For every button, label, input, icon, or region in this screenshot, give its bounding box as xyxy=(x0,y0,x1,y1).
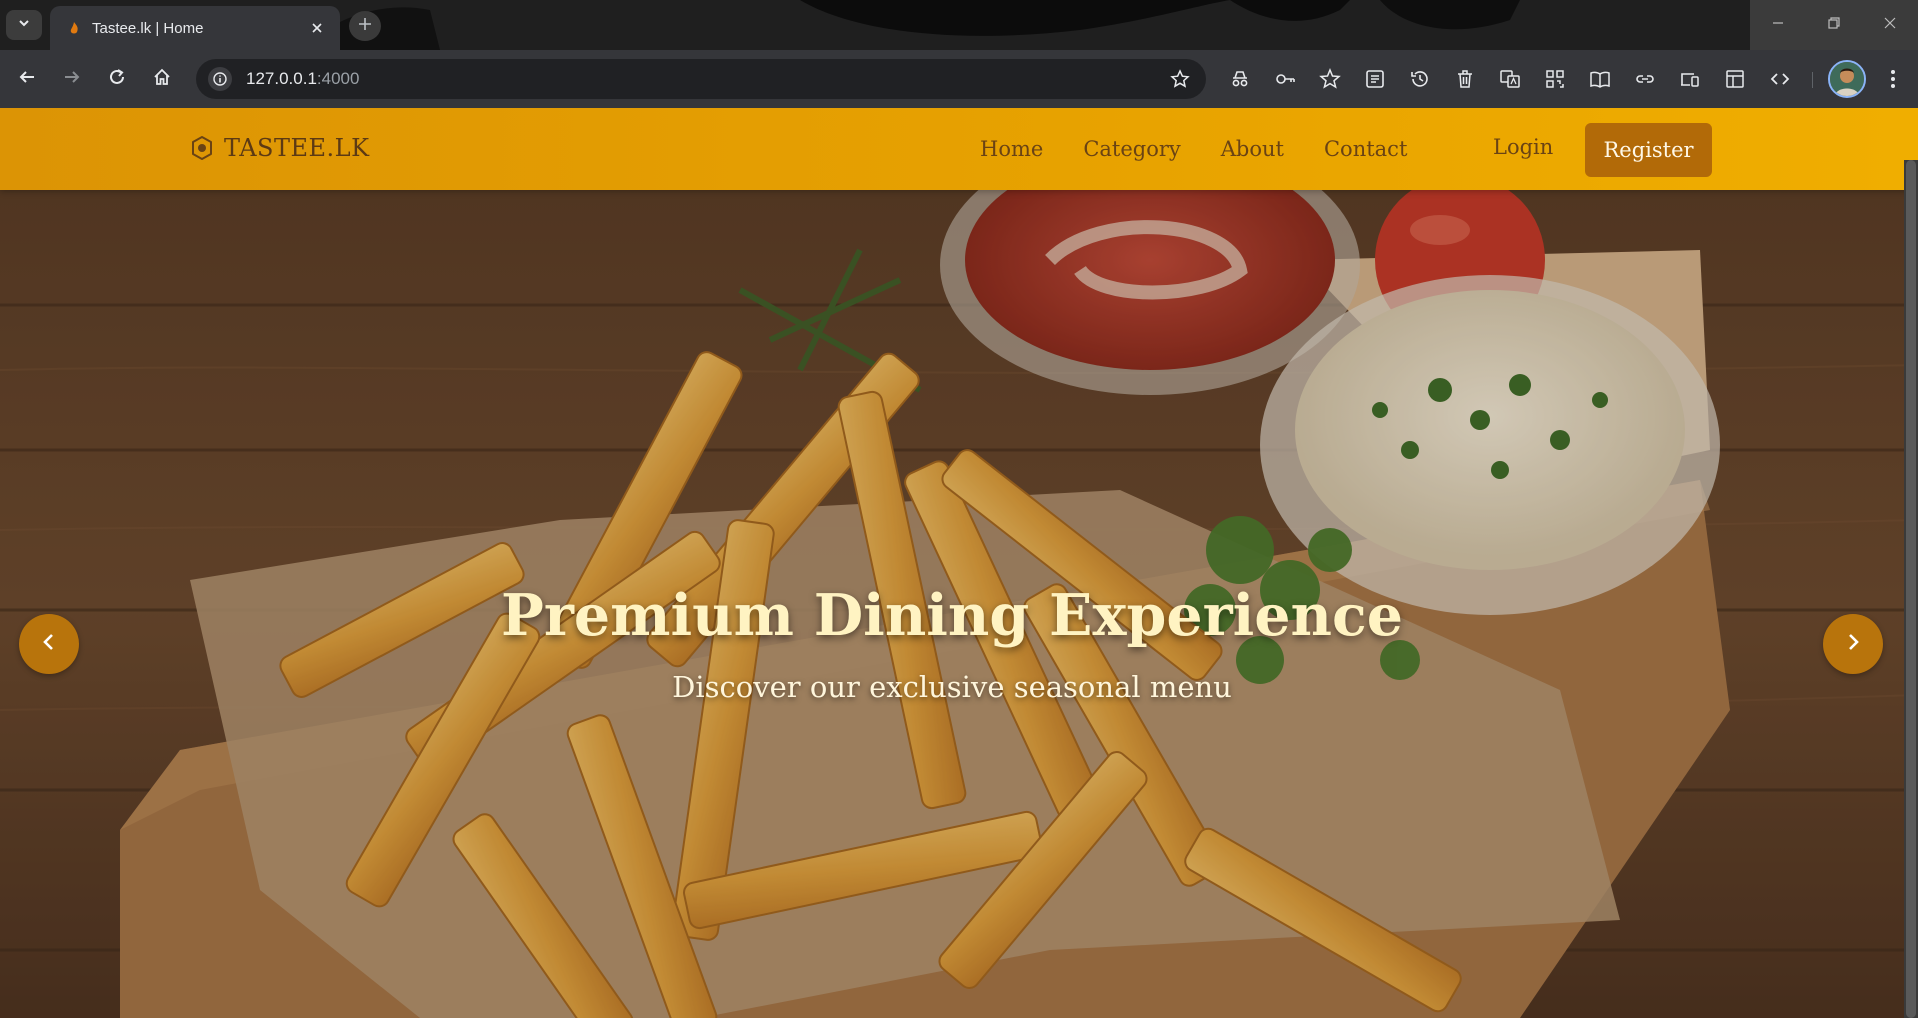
login-link[interactable]: Login xyxy=(1493,135,1553,159)
page-viewport: TASTEE.LK Home Category About Contact Lo… xyxy=(0,108,1918,1018)
restore-icon xyxy=(1827,16,1841,35)
qr-code-icon[interactable] xyxy=(1540,64,1570,94)
more-vert-icon[interactable] xyxy=(1876,62,1910,96)
reading-list-icon[interactable] xyxy=(1360,64,1390,94)
home-button[interactable] xyxy=(145,62,179,96)
logo-icon xyxy=(188,134,216,162)
nav-links: Home Category About Contact xyxy=(980,108,1447,190)
side-panel-icon[interactable] xyxy=(1720,64,1750,94)
site-navbar: TASTEE.LK Home Category About Contact Lo… xyxy=(0,108,1918,190)
chevron-down-icon xyxy=(17,16,31,35)
carousel-next-button[interactable] xyxy=(1823,614,1883,674)
tab-search-button[interactable] xyxy=(6,10,42,40)
site-brand[interactable]: TASTEE.LK xyxy=(188,134,370,162)
reload-button[interactable] xyxy=(100,62,134,96)
register-button[interactable]: Register xyxy=(1585,123,1712,177)
reload-icon xyxy=(108,68,126,91)
window-restore-button[interactable] xyxy=(1806,0,1862,50)
history-icon[interactable] xyxy=(1405,64,1435,94)
scrollbar-thumb[interactable] xyxy=(1906,160,1916,1018)
address-bar[interactable]: 127.0.0.1:4000 xyxy=(196,59,1206,99)
minimize-icon xyxy=(1771,16,1785,35)
code-icon[interactable] xyxy=(1765,64,1795,94)
tab-title: Tastee.lk | Home xyxy=(92,19,204,37)
nav-about-link[interactable]: About xyxy=(1221,137,1284,161)
page-scrollbar[interactable] xyxy=(1904,160,1918,1018)
brand-name: TASTEE.LK xyxy=(224,134,370,162)
hero-subtitle: Discover our exclusive seasonal menu xyxy=(672,670,1232,704)
star-icon[interactable] xyxy=(1166,65,1194,93)
carousel-prev-button[interactable] xyxy=(19,614,79,674)
hero-title: Premium Dining Experience xyxy=(501,582,1403,649)
chevron-right-icon xyxy=(1842,631,1864,658)
close-icon xyxy=(1883,16,1897,35)
new-tab-button[interactable] xyxy=(349,11,381,41)
browser-toolbar: 127.0.0.1:4000 xyxy=(0,50,1918,108)
toolbar-divider xyxy=(1812,72,1813,88)
flame-favicon-icon xyxy=(66,20,82,36)
nav-contact-link[interactable]: Contact xyxy=(1324,137,1407,161)
star-plus-icon[interactable] xyxy=(1315,64,1345,94)
window-minimize-button[interactable] xyxy=(1750,0,1806,50)
plus-icon xyxy=(358,17,372,36)
nav-category-link[interactable]: Category xyxy=(1083,137,1180,161)
info-icon[interactable] xyxy=(208,67,232,91)
incognito-icon[interactable] xyxy=(1225,64,1255,94)
browser-tab-strip: Tastee.lk | Home xyxy=(0,0,1918,50)
url-port: :4000 xyxy=(316,69,360,88)
link-icon[interactable] xyxy=(1630,64,1660,94)
nav-home-link[interactable]: Home xyxy=(980,137,1043,161)
delete-icon[interactable] xyxy=(1450,64,1480,94)
back-button[interactable] xyxy=(10,62,44,96)
close-icon[interactable] xyxy=(306,17,328,39)
url-host: 127.0.0.1 xyxy=(246,69,317,88)
tab-tastee-home[interactable]: Tastee.lk | Home xyxy=(50,6,340,50)
profile-avatar[interactable] xyxy=(1828,60,1866,98)
arrow-left-icon xyxy=(18,68,36,91)
hero-carousel: Premium Dining Experience Discover our e… xyxy=(0,190,1918,1018)
chevron-left-icon xyxy=(38,631,60,658)
key-icon[interactable] xyxy=(1270,64,1300,94)
translate-icon[interactable] xyxy=(1495,64,1525,94)
window-close-button[interactable] xyxy=(1862,0,1918,50)
forward-button[interactable] xyxy=(55,62,89,96)
arrow-right-icon xyxy=(63,68,81,91)
reader-mode-icon[interactable] xyxy=(1585,64,1615,94)
devices-icon[interactable] xyxy=(1675,64,1705,94)
home-icon xyxy=(153,68,171,91)
